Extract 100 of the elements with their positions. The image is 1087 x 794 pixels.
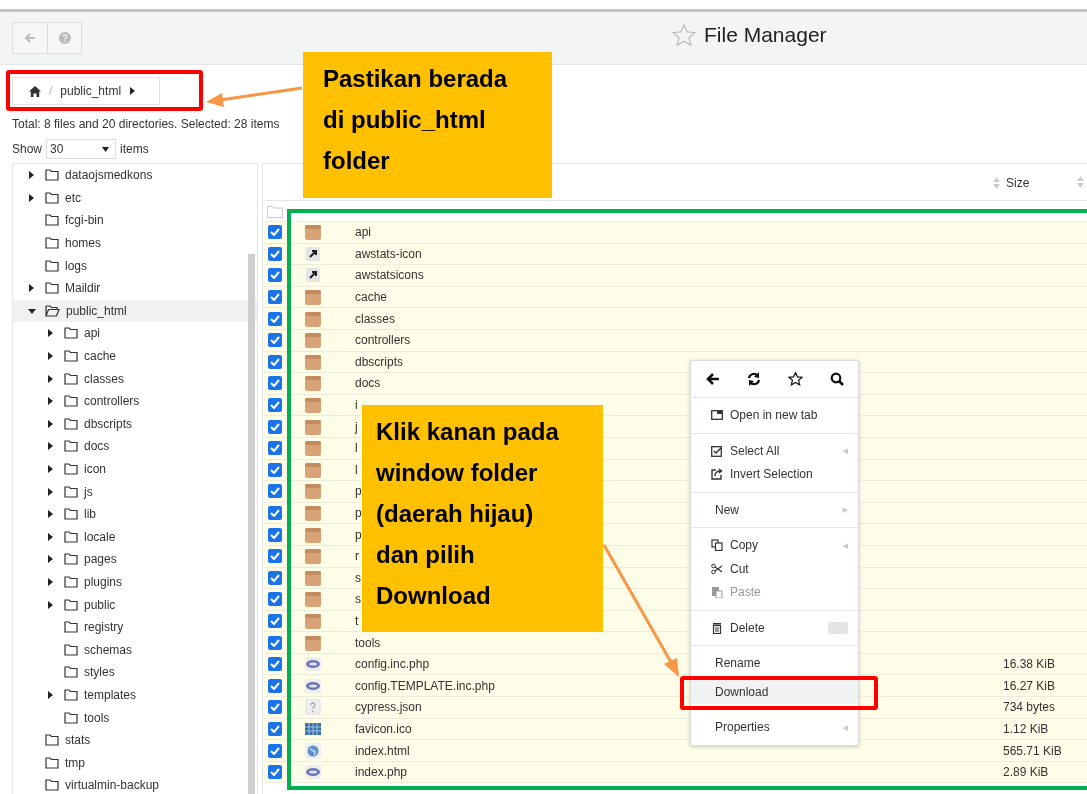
tree-item[interactable]: api bbox=[13, 322, 257, 345]
tree-item[interactable]: docs bbox=[13, 435, 257, 458]
caret-icon[interactable] bbox=[28, 171, 36, 180]
tree-item[interactable]: schemas bbox=[13, 638, 257, 662]
scrollbar[interactable] bbox=[248, 254, 255, 794]
folder-icon bbox=[45, 237, 59, 250]
checkbox[interactable] bbox=[268, 721, 282, 736]
checkbox[interactable] bbox=[268, 333, 282, 348]
breadcrumb-link[interactable]: public_html bbox=[60, 84, 122, 98]
tree-item[interactable]: lib bbox=[13, 502, 257, 526]
tree-item[interactable]: pages bbox=[13, 548, 257, 571]
checkbox[interactable] bbox=[268, 484, 282, 499]
checkbox[interactable] bbox=[268, 549, 282, 564]
caret-icon[interactable] bbox=[47, 510, 55, 519]
tree-item[interactable]: fcgi-bin bbox=[13, 209, 257, 232]
checkbox[interactable] bbox=[268, 570, 282, 585]
menu-item[interactable]: Rename bbox=[691, 651, 858, 675]
tree-item[interactable]: public bbox=[13, 593, 257, 616]
checkbox[interactable] bbox=[268, 225, 282, 240]
tree-item[interactable]: styles bbox=[13, 661, 257, 684]
checkbox[interactable] bbox=[268, 592, 282, 607]
checkbox[interactable] bbox=[268, 376, 282, 391]
checkbox[interactable] bbox=[268, 765, 282, 780]
checkbox[interactable] bbox=[268, 614, 282, 628]
refresh-icon[interactable] bbox=[746, 372, 761, 386]
tree-item[interactable]: dataojsmedkons bbox=[13, 164, 257, 187]
tree-item[interactable]: js bbox=[13, 480, 257, 503]
file-row[interactable]: awstatsicons bbox=[263, 265, 1087, 287]
tree-item[interactable]: locale bbox=[13, 525, 257, 549]
column-header[interactable]: Size bbox=[1006, 176, 1030, 190]
caret-icon[interactable] bbox=[47, 532, 55, 541]
folder-icon bbox=[305, 332, 321, 349]
menu-item[interactable]: Download bbox=[691, 680, 858, 704]
tree-item[interactable]: tmp bbox=[13, 751, 257, 775]
page-size-dropdown[interactable]: 30 bbox=[46, 139, 117, 159]
tree-item[interactable]: registry bbox=[13, 615, 257, 639]
tree-item[interactable]: Maildir bbox=[13, 276, 257, 300]
checkbox[interactable] bbox=[268, 311, 282, 326]
unknown-file-icon bbox=[305, 699, 321, 716]
checkbox[interactable] bbox=[268, 743, 282, 758]
star-icon[interactable] bbox=[788, 372, 804, 386]
checkbox[interactable] bbox=[268, 657, 282, 672]
caret-icon[interactable] bbox=[47, 419, 55, 428]
tree-item[interactable]: public_html bbox=[13, 299, 257, 323]
checkbox[interactable] bbox=[268, 700, 282, 715]
caret-icon[interactable] bbox=[47, 352, 55, 361]
tree-item[interactable]: controllers bbox=[13, 389, 257, 413]
checkbox[interactable] bbox=[268, 635, 282, 650]
file-row[interactable]: index.php 2.89 KiB bbox=[263, 761, 1087, 784]
checkbox[interactable] bbox=[268, 678, 282, 693]
checkbox[interactable] bbox=[268, 354, 282, 369]
caret-icon[interactable] bbox=[47, 487, 55, 496]
caret-icon[interactable] bbox=[47, 397, 55, 406]
tree-item[interactable]: dbscripts bbox=[13, 412, 257, 436]
file-row[interactable]: awstats-icon bbox=[263, 243, 1087, 266]
checkbox[interactable] bbox=[268, 268, 282, 283]
tree-item[interactable]: homes bbox=[13, 231, 257, 255]
tree-item[interactable]: logs bbox=[13, 254, 257, 277]
checkbox[interactable] bbox=[268, 527, 282, 542]
caret-icon[interactable] bbox=[28, 306, 36, 315]
checkbox[interactable] bbox=[268, 290, 282, 305]
star-icon[interactable] bbox=[672, 23, 696, 47]
folder-icon bbox=[45, 779, 59, 792]
file-row[interactable]: index.html 565.71 KiB bbox=[263, 740, 1087, 762]
caret-icon[interactable] bbox=[47, 329, 55, 338]
checkbox[interactable] bbox=[268, 246, 282, 261]
caret-icon[interactable] bbox=[47, 600, 55, 609]
checkbox[interactable] bbox=[268, 398, 282, 413]
search-icon[interactable] bbox=[830, 372, 845, 386]
tree-item[interactable]: virtualmin-backup bbox=[13, 774, 257, 794]
shortcut-icon bbox=[305, 245, 321, 262]
tree-item[interactable]: classes bbox=[13, 367, 257, 390]
file-name: p bbox=[355, 484, 362, 499]
file-name: index.html bbox=[355, 743, 410, 758]
file-row[interactable]: cache bbox=[263, 286, 1087, 309]
tree-item[interactable]: cache bbox=[13, 344, 257, 368]
caret-icon[interactable] bbox=[47, 465, 55, 473]
tree-item[interactable]: plugins bbox=[13, 570, 257, 594]
caret-icon[interactable] bbox=[28, 284, 36, 293]
folder-icon bbox=[305, 375, 321, 392]
back-icon[interactable] bbox=[704, 372, 720, 386]
file-row[interactable]: classes bbox=[263, 308, 1087, 330]
home-icon[interactable] bbox=[29, 85, 41, 97]
tree-item[interactable]: templates bbox=[13, 683, 257, 707]
checkbox[interactable] bbox=[268, 419, 282, 434]
caret-icon[interactable] bbox=[47, 578, 55, 586]
checkbox[interactable] bbox=[268, 462, 282, 477]
file-row[interactable]: api bbox=[263, 222, 1087, 244]
checkbox[interactable] bbox=[268, 506, 282, 520]
caret-icon[interactable] bbox=[47, 690, 55, 699]
caret-icon[interactable] bbox=[47, 374, 55, 383]
checkbox[interactable] bbox=[268, 441, 282, 456]
tree-item[interactable]: icon bbox=[13, 457, 257, 481]
tree-item[interactable]: etc bbox=[13, 186, 257, 210]
caret-icon[interactable] bbox=[47, 442, 55, 451]
caret-icon[interactable] bbox=[47, 555, 55, 564]
tree-item[interactable]: tools bbox=[13, 706, 257, 729]
file-row[interactable]: controllers bbox=[263, 329, 1087, 352]
caret-icon[interactable] bbox=[28, 193, 36, 202]
tree-item[interactable]: stats bbox=[13, 728, 257, 752]
